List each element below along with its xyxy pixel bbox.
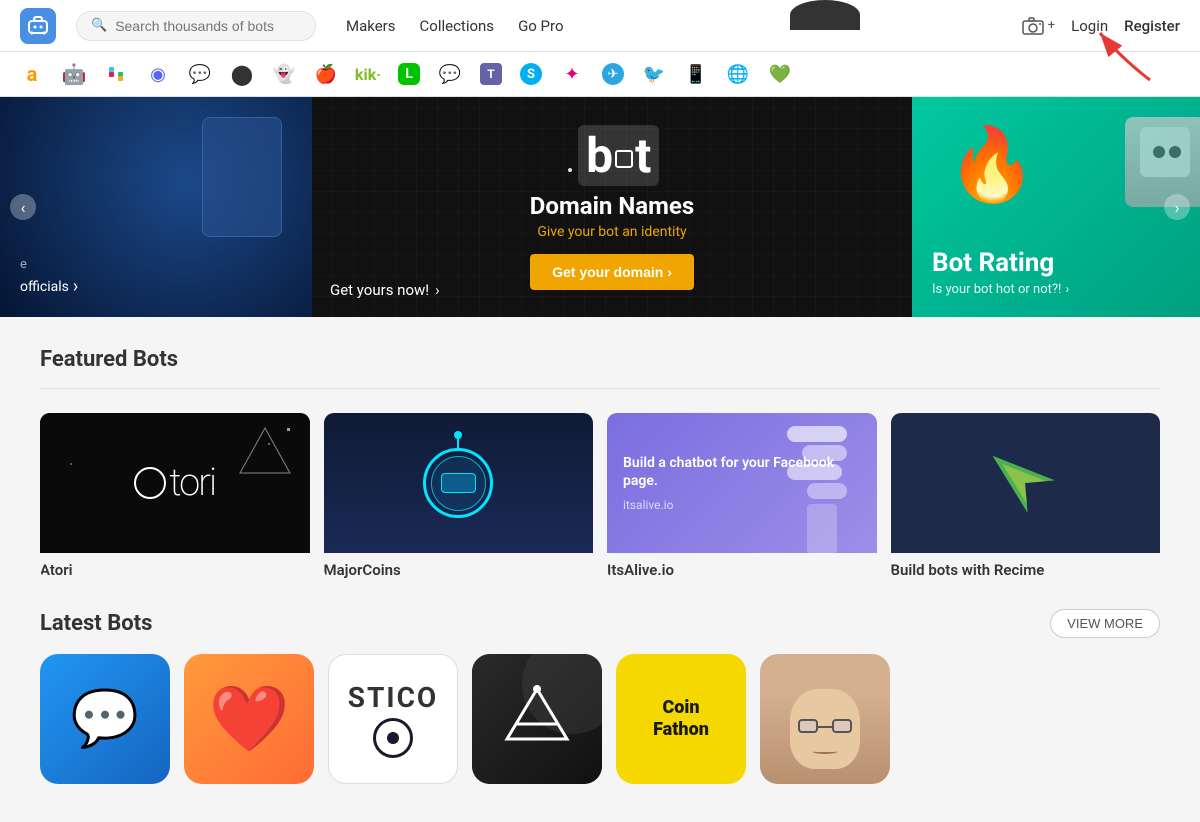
logo[interactable]: [20, 8, 56, 44]
featured-bot-majorcoins[interactable]: MajorCoins: [324, 413, 594, 579]
banner-right-subtitle: Is your bot hot or not?! ›: [932, 282, 1180, 297]
bot-name-recime: Build bots with Recime: [891, 561, 1161, 579]
bot-name-itsalive: ItsAlive.io: [607, 561, 877, 579]
bot-domain-logo: .bt: [332, 125, 892, 186]
ghost-icon[interactable]: 👻: [272, 62, 296, 86]
android-icon[interactable]: 🤖: [62, 62, 86, 86]
bot2-icon: ❤️: [209, 681, 290, 757]
search-input[interactable]: [115, 18, 301, 34]
bot1-icon: 💬: [71, 687, 139, 751]
header: 🔍 Makers Collections Go Pro + Login Regi…: [0, 0, 1200, 52]
bot-name-majorcoins: MajorCoins: [324, 561, 594, 579]
fire-icon: 🔥: [947, 122, 1037, 207]
nav-go-pro[interactable]: Go Pro: [518, 17, 563, 35]
bot-name-atori: Atori: [40, 561, 310, 579]
bot4-logo: [497, 679, 577, 759]
featured-bot-itsalive[interactable]: Build a chatbot for your Facebook page. …: [607, 413, 877, 579]
twitter-icon[interactable]: 🐦: [642, 62, 666, 86]
bot5-text-coin: Coin: [653, 697, 709, 719]
featured-bot-recime[interactable]: Build bots with Recime: [891, 413, 1161, 579]
register-button[interactable]: Register: [1124, 17, 1180, 35]
header-right: + Login Register: [1022, 17, 1180, 35]
itsalive-url: itsalive.io: [623, 498, 673, 512]
featured-divider: [40, 388, 1160, 389]
amazon-icon[interactable]: a: [20, 62, 44, 86]
viber-icon[interactable]: 📱: [684, 62, 708, 86]
line-icon[interactable]: L: [398, 63, 420, 85]
messenger-icon[interactable]: 💬: [438, 62, 462, 86]
latest-bots-grid: 💬 ❤️ STICO Coi: [40, 654, 1160, 784]
kik-icon[interactable]: kik·: [356, 62, 380, 86]
banner-center-title: Domain Names: [332, 192, 892, 220]
get-domain-button[interactable]: Get your domain ›: [530, 254, 694, 290]
main-content: Featured Bots tori Atori: [20, 347, 1180, 784]
itsalive-build-text: Build a chatbot for your Facebook page.: [623, 454, 861, 490]
search-bar[interactable]: 🔍: [76, 11, 316, 41]
banner-left-text[interactable]: officials ›: [20, 276, 78, 297]
nav-makers[interactable]: Makers: [346, 17, 396, 35]
apple-icon[interactable]: 🍎: [314, 62, 338, 86]
discord-icon[interactable]: ◉: [146, 62, 170, 86]
featured-bot-atori[interactable]: tori Atori: [40, 413, 310, 579]
banner-center: .bt Domain Names Give your bot an identi…: [312, 97, 912, 317]
nav-collections[interactable]: Collections: [420, 17, 495, 35]
carousel-next-button[interactable]: ›: [1164, 194, 1190, 220]
search-icon: 🔍: [91, 18, 107, 33]
banner-right[interactable]: › 🔥 Bot Rating Is your bot hot or not?! …: [912, 97, 1200, 317]
slack-icon[interactable]: [104, 62, 128, 86]
latest-bots-header: Latest Bots VIEW MORE: [40, 609, 1160, 638]
bot3-circle: [373, 718, 413, 758]
teams-icon[interactable]: T: [480, 63, 502, 85]
main-nav: Makers Collections Go Pro: [346, 17, 564, 35]
latest-bots-title: Latest Bots: [40, 611, 152, 636]
latest-bot-6[interactable]: [760, 654, 890, 784]
view-more-button[interactable]: VIEW MORE: [1050, 609, 1160, 638]
banner-center-subtitle: Give your bot an identity: [332, 224, 892, 240]
chat-icon[interactable]: 💬: [188, 62, 212, 86]
latest-bot-3[interactable]: STICO: [328, 654, 458, 784]
latest-bot-4[interactable]: [472, 654, 602, 784]
latest-bot-5[interactable]: Coin Fathon: [616, 654, 746, 784]
latest-bot-1[interactable]: 💬: [40, 654, 170, 784]
banner-right-title: Bot Rating: [932, 248, 1180, 278]
platform-bar: a 🤖 ◉ 💬 ⬤ 👻 🍎 kik· L 💬 T S ✦ ✈ 🐦 📱 🌐 💚: [0, 52, 1200, 97]
login-button[interactable]: Login: [1071, 17, 1108, 35]
banner-section: ‹ e officials › .bt Domain Names Give yo…: [0, 97, 1200, 317]
featured-bots-grid: tori Atori MajorCoins: [40, 413, 1160, 579]
latest-bot-2[interactable]: ❤️: [184, 654, 314, 784]
bot5-text-fathon: Fathon: [653, 719, 709, 741]
featured-bots-title: Featured Bots: [40, 347, 1160, 372]
banner-left[interactable]: ‹ e officials ›: [0, 97, 312, 317]
bot3-text: STICO: [348, 681, 438, 714]
splunk-icon[interactable]: ✦: [560, 62, 584, 86]
web-icon[interactable]: 🌐: [726, 62, 750, 86]
camera-icon[interactable]: +: [1022, 17, 1055, 35]
telegram-icon[interactable]: ✈: [602, 63, 624, 85]
skype-icon[interactable]: S: [520, 63, 542, 85]
google-icon[interactable]: ⬤: [230, 62, 254, 86]
carousel-prev-button[interactable]: ‹: [10, 194, 36, 220]
logo-icon: [20, 8, 56, 44]
wechat-icon[interactable]: 💚: [768, 62, 792, 86]
